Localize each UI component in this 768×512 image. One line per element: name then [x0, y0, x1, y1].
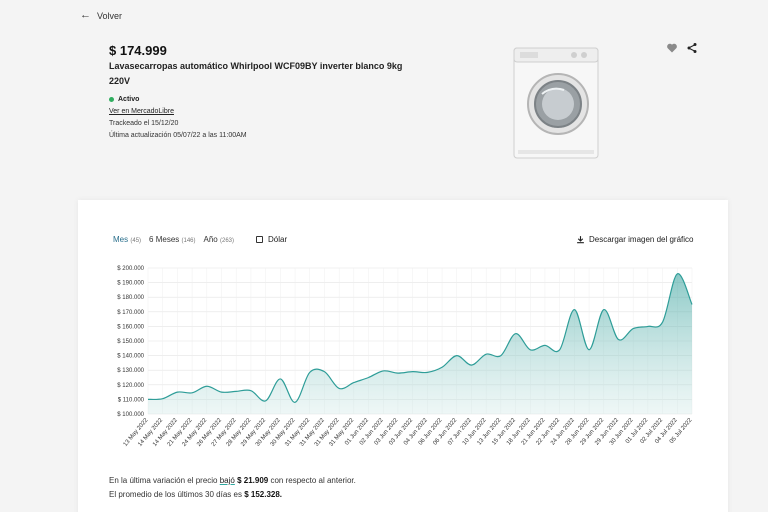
status-dot-icon: [109, 97, 114, 102]
tab-year-label: Año: [203, 235, 218, 244]
product-title: Lavasecarropas automático Whirlpool WCF0…: [109, 61, 403, 86]
variation-amount: $ 21.909: [237, 476, 269, 485]
period-tabs: Mes (45) 6 Meses (146) Año (263): [113, 235, 234, 244]
back-label: Volver: [97, 10, 123, 21]
mercadolibre-link[interactable]: Ver en MercadoLibre: [109, 108, 174, 115]
download-chart-button[interactable]: Descargar imagen del gráfico: [576, 235, 694, 244]
variation-direction: bajó: [219, 476, 235, 485]
last-variation-text: En la última variación el precio bajó $ …: [109, 476, 356, 485]
tracked-date: Trackeado el 15/12/20: [109, 120, 179, 127]
share-icon[interactable]: [686, 41, 698, 53]
tab-6-months-label: 6 Meses: [149, 235, 180, 244]
status-label: Activo: [118, 96, 140, 103]
last-update: Última actualización 05/07/22 a las 11:0…: [109, 132, 247, 139]
heart-icon[interactable]: [666, 41, 678, 53]
product-price: $ 174.999: [109, 43, 167, 58]
average-prefix: El promedio de los últimos 30 días es: [109, 490, 242, 499]
variation-prefix: En la última variación el precio: [109, 476, 218, 485]
checkbox-icon: [256, 236, 263, 243]
tab-year-count: (263): [219, 238, 234, 244]
average-amount: $ 152.328.: [244, 490, 283, 499]
back-button[interactable]: ← Volver: [80, 10, 122, 21]
tab-6-months-count: (146): [181, 238, 196, 244]
dolar-label: Dólar: [268, 235, 288, 244]
download-icon: [577, 236, 584, 244]
tab-month[interactable]: Mes (45): [113, 235, 141, 244]
tab-year[interactable]: Año (263): [204, 235, 234, 244]
product-image: [513, 47, 599, 159]
tab-month-count: (45): [130, 238, 142, 244]
chart-card: [78, 200, 728, 512]
variation-suffix: con respecto al anterior.: [270, 476, 356, 485]
download-label: Descargar imagen del gráfico: [589, 235, 694, 244]
average-text: El promedio de los últimos 30 días es $ …: [109, 490, 282, 499]
dolar-checkbox[interactable]: Dólar: [256, 235, 287, 244]
status-badge: Activo: [109, 96, 139, 103]
tab-month-label: Mes: [113, 235, 129, 244]
tab-6-months[interactable]: 6 Meses (146): [149, 235, 195, 244]
arrow-left-icon: ←: [80, 9, 91, 21]
